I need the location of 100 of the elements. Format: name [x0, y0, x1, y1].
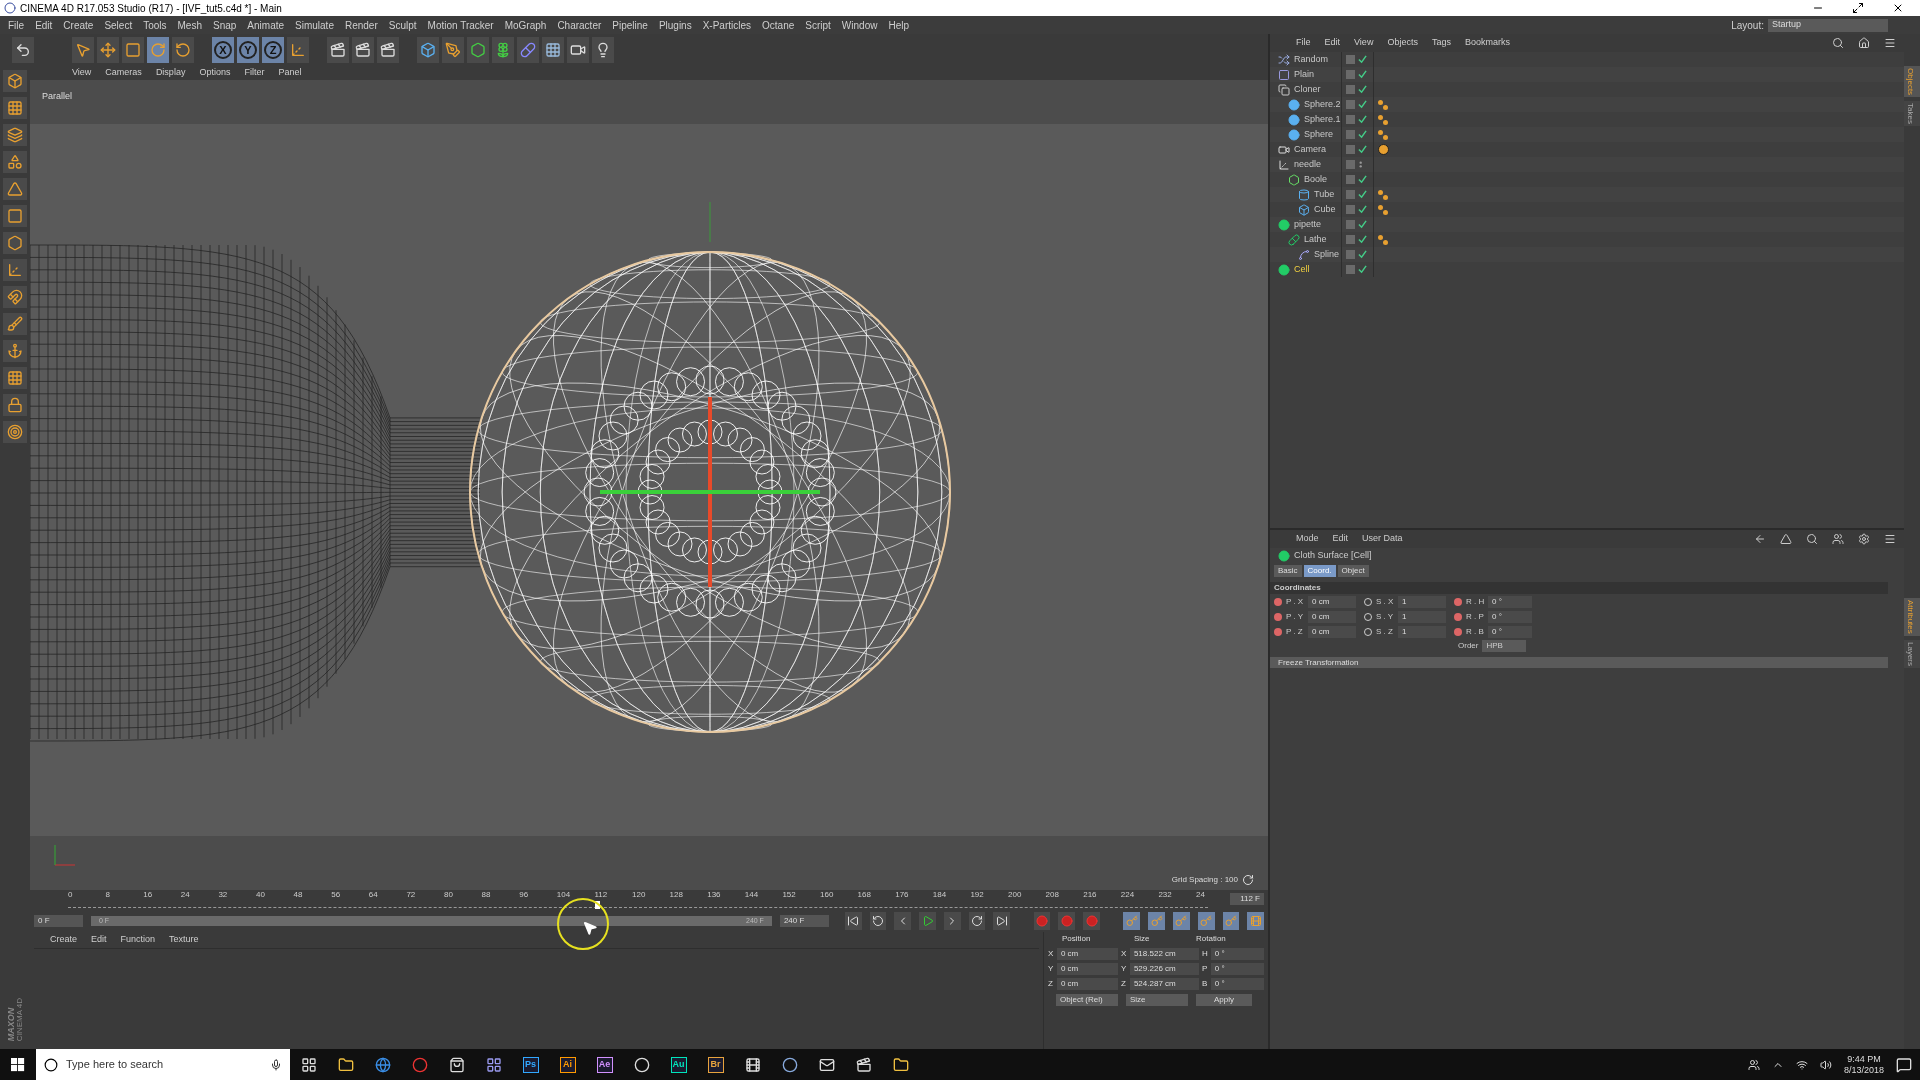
menu-item[interactable]: MoGraph [504, 17, 547, 33]
object-name[interactable]: Spline [1314, 247, 1340, 262]
object-name[interactable]: Random [1294, 52, 1329, 67]
check-icon[interactable] [1358, 55, 1367, 64]
object-name[interactable]: needle [1294, 157, 1322, 172]
back-icon[interactable] [1754, 533, 1766, 545]
microphone-icon[interactable] [270, 1058, 282, 1071]
render-view-button[interactable] [327, 37, 349, 63]
size-field[interactable]: 529.226 cm [1129, 962, 1199, 975]
viewport-menu-item[interactable]: View [72, 66, 92, 80]
hexagon-tool-button[interactable] [3, 232, 27, 254]
menu-item[interactable]: Create [63, 17, 94, 33]
menu-item[interactable]: Plugins [658, 17, 692, 33]
search-icon[interactable] [1832, 37, 1844, 49]
check-icon[interactable] [1358, 70, 1367, 79]
scale-tool-button[interactable] [122, 37, 144, 63]
object-menu-item[interactable]: View [1354, 36, 1374, 50]
settings-icon[interactable] [1858, 533, 1870, 545]
menu-item[interactable]: Octane [762, 17, 795, 33]
layers-tool-button[interactable] [3, 124, 27, 146]
side-tab[interactable]: Objects [1904, 66, 1920, 98]
layer-swatch[interactable] [1346, 205, 1355, 214]
object-name[interactable]: Cloner [1294, 82, 1321, 97]
layer-swatch[interactable] [1346, 265, 1355, 274]
material-menu-item[interactable]: Function [120, 933, 156, 947]
material-menu-item[interactable]: Edit [91, 933, 107, 947]
order-dropdown[interactable]: HPB [1482, 640, 1527, 652]
floor-button[interactable] [542, 37, 564, 63]
layer-swatch[interactable] [1346, 115, 1355, 124]
side-tab[interactable]: Takes [1904, 101, 1920, 127]
shapes-tool-button[interactable] [3, 151, 27, 173]
position-field[interactable]: 0 cm [1056, 962, 1118, 975]
close-icon[interactable] [1892, 2, 1904, 14]
render-settings-button[interactable] [377, 37, 399, 63]
autokey-button[interactable] [1058, 912, 1076, 930]
refresh-icon[interactable] [1242, 874, 1254, 886]
menu-item[interactable]: Script [805, 17, 831, 33]
rotation-field[interactable]: 0 ° [1210, 947, 1264, 960]
position-key-button[interactable] [1123, 912, 1141, 930]
position-field[interactable]: 0 cm [1056, 947, 1118, 960]
pen-button[interactable] [442, 37, 464, 63]
cursor-tool-button[interactable] [72, 37, 94, 63]
menu-item[interactable]: Render [344, 17, 378, 33]
taskbar-app-button[interactable]: Br [697, 1049, 734, 1080]
object-name[interactable]: Tube [1314, 187, 1335, 202]
layer-swatch[interactable] [1346, 175, 1355, 184]
parameter-key-button[interactable] [1197, 912, 1215, 930]
brush-tool-button[interactable] [3, 313, 27, 335]
anchor-tool-button[interactable] [3, 340, 27, 362]
position-field[interactable]: 0 cm [1308, 625, 1356, 638]
scale-field[interactable]: 1 [1398, 610, 1446, 623]
object-menu-item[interactable]: Edit [1324, 36, 1341, 50]
layer-swatch[interactable] [1346, 55, 1355, 64]
menu-item[interactable]: Simulate [295, 17, 334, 33]
check-icon[interactable] [1358, 85, 1367, 94]
position-field[interactable]: 0 cm [1308, 595, 1356, 608]
recent-tool-button[interactable] [172, 37, 194, 63]
material-menu-item[interactable]: Texture [169, 933, 199, 947]
grid-tool-button[interactable] [3, 367, 27, 389]
object-name[interactable]: Sphere.2 [1304, 97, 1341, 112]
object-name[interactable]: Boole [1304, 172, 1328, 187]
rotation-key-button[interactable] [1172, 912, 1190, 930]
first-frame-button[interactable] [844, 912, 862, 930]
taskbar-app-button[interactable]: Au [660, 1049, 697, 1080]
magnet-tool-button[interactable] [3, 286, 27, 308]
taskbar-app-button[interactable]: Ai [549, 1049, 586, 1080]
array-button[interactable] [492, 37, 514, 63]
record-button[interactable] [1033, 912, 1051, 930]
timeline-button[interactable] [1247, 912, 1265, 930]
attributes-menu-item[interactable]: Mode [1296, 532, 1319, 546]
viewport-menu-item[interactable]: Display [155, 66, 186, 80]
phong-tag-icon[interactable] [1378, 129, 1388, 140]
layer-swatch[interactable] [1346, 250, 1355, 259]
up-icon[interactable] [1780, 533, 1792, 545]
layer-swatch[interactable] [1346, 145, 1355, 154]
previous-key-button[interactable] [869, 912, 887, 930]
protection-tag-icon[interactable] [1378, 144, 1389, 155]
axis-lock-button[interactable]: X [212, 37, 234, 63]
end-frame-field[interactable]: 240 F [779, 915, 829, 927]
users-icon[interactable] [1832, 533, 1844, 545]
phong-tag-icon[interactable] [1378, 114, 1388, 125]
check-icon[interactable] [1358, 100, 1367, 109]
volume-icon[interactable] [1819, 1058, 1832, 1071]
viewport-menu-item[interactable]: Cameras [105, 66, 142, 80]
size-field[interactable]: 518.522 cm [1129, 947, 1199, 960]
target-tool-button[interactable] [3, 421, 27, 443]
viewport-menu-item[interactable]: Filter [244, 66, 265, 80]
size-mode-dropdown[interactable]: Size [1126, 994, 1188, 1006]
move-tool-button[interactable] [97, 37, 119, 63]
viewport-menu-item[interactable]: Options [199, 66, 231, 80]
menu-item[interactable]: File [8, 17, 25, 33]
phong-tag-icon[interactable] [1378, 99, 1388, 110]
subdivision-button[interactable] [467, 37, 489, 63]
object-name[interactable]: Cell [1294, 262, 1310, 277]
side-tab[interactable]: Layers [1904, 639, 1920, 668]
layer-swatch[interactable] [1346, 235, 1355, 244]
rotation-field[interactable]: 0 ° [1210, 962, 1264, 975]
layer-swatch[interactable] [1346, 100, 1355, 109]
search-icon[interactable] [1806, 533, 1818, 545]
restore-icon[interactable] [1852, 2, 1864, 14]
